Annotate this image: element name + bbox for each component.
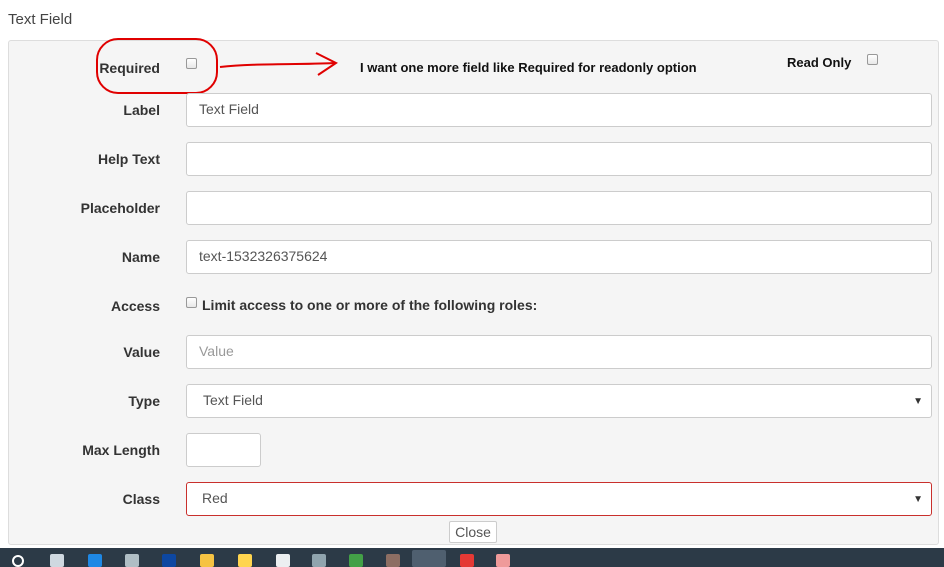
label-input[interactable]: Text Field <box>186 93 932 127</box>
class-label: Class <box>122 491 160 507</box>
value-input[interactable]: Value <box>186 335 932 369</box>
access-label: Access <box>110 298 160 314</box>
active-app-icon[interactable] <box>412 550 446 567</box>
filezilla-icon[interactable] <box>460 554 474 567</box>
type-select-value: Text Field <box>203 392 263 408</box>
name-label: Name <box>121 249 160 265</box>
dialog-title: Text Field <box>8 11 73 28</box>
type-label: Type <box>128 393 160 409</box>
type-select[interactable]: Text Field ▼ <box>186 384 932 418</box>
edge-icon[interactable] <box>88 554 102 567</box>
annotation-circle <box>96 38 218 94</box>
app-icon[interactable] <box>238 554 252 567</box>
annotation-arrow-icon <box>219 52 338 76</box>
max-length-label: Max Length <box>82 442 160 458</box>
app-icon[interactable] <box>386 554 400 567</box>
help-text-label: Help Text <box>98 151 160 167</box>
value-label: Value <box>123 344 160 360</box>
chevron-down-icon: ▼ <box>913 494 923 505</box>
class-select[interactable]: Red ▼ <box>186 482 932 516</box>
search-icon[interactable] <box>12 554 26 567</box>
paint-icon[interactable] <box>496 554 510 567</box>
close-button[interactable]: Close <box>449 521 497 543</box>
placeholder-input[interactable] <box>186 191 932 225</box>
label-field-label: Label <box>123 102 160 118</box>
class-select-value: Red <box>202 490 228 506</box>
taskbar <box>0 548 944 567</box>
readonly-checkbox[interactable] <box>867 54 878 65</box>
dialog-header: Text Field <box>0 0 944 40</box>
document-icon[interactable] <box>276 554 290 567</box>
task-view-icon[interactable] <box>50 554 64 567</box>
readonly-label: Read Only <box>787 55 852 70</box>
placeholder-label: Placeholder <box>80 200 160 216</box>
max-length-input[interactable] <box>186 433 261 467</box>
photoshop-icon[interactable] <box>162 554 176 567</box>
store-icon[interactable] <box>312 554 326 567</box>
folder-icon[interactable] <box>200 554 214 567</box>
form-panel: Required I want one more field like Requ… <box>8 38 939 545</box>
access-text: Limit access to one or more of the follo… <box>202 297 538 313</box>
chevron-down-icon: ▼ <box>913 396 923 407</box>
help-text-input[interactable] <box>186 142 932 176</box>
access-checkbox[interactable] <box>186 297 197 308</box>
browser-icon[interactable] <box>125 554 139 567</box>
annotation-note: I want one more field like Required for … <box>360 60 697 75</box>
chrome-icon[interactable] <box>349 554 363 567</box>
name-input[interactable]: text-1532326375624 <box>186 240 932 274</box>
